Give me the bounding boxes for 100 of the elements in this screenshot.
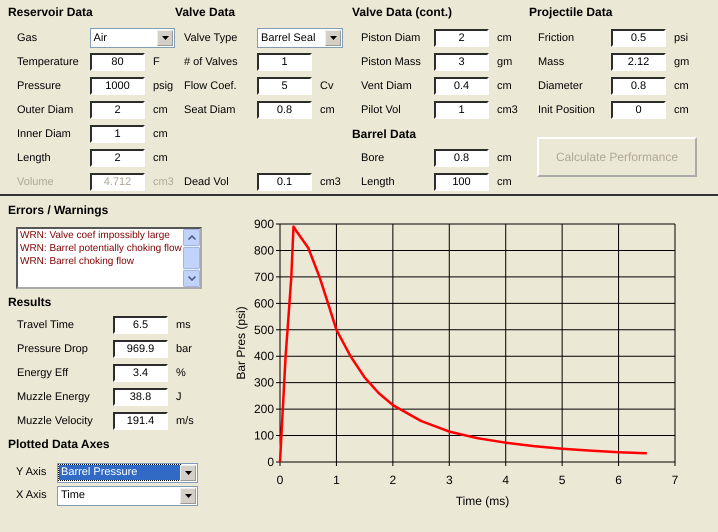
tick-label: 4 — [502, 473, 510, 487]
tick-label: 300 — [254, 376, 274, 390]
text-field[interactable]: 0.1 — [257, 173, 312, 191]
text-field[interactable]: 0.8 — [257, 101, 312, 119]
unit-label: cm — [153, 126, 168, 142]
chevron-down-icon — [188, 276, 196, 281]
text-field[interactable]: 1 — [434, 101, 489, 119]
field-label: Length — [17, 150, 52, 166]
text-field[interactable]: 191.4 — [113, 412, 168, 430]
field-label: Piston Mass — [361, 54, 422, 70]
text-field[interactable]: 2.12 — [611, 53, 666, 71]
text-field[interactable]: 0.4 — [434, 77, 489, 95]
dropdown-arrow-button[interactable] — [325, 30, 341, 46]
text-field[interactable]: 80 — [90, 53, 145, 71]
section-heading: Results — [8, 294, 52, 311]
field-label: Temperature — [17, 54, 80, 70]
text-field[interactable]: 2 — [90, 101, 145, 119]
text-field[interactable]: 6.5 — [113, 316, 168, 334]
warning-message: WRN: Barrel potentially choking flow — [20, 242, 183, 255]
unit-label: Cv — [320, 78, 334, 94]
tick-label: 900 — [254, 217, 274, 231]
text-field[interactable]: 1 — [257, 53, 312, 71]
field-label: # of Valves — [184, 54, 239, 70]
field-label: Energy Eff — [17, 366, 70, 381]
section-heading: Barrel Data — [352, 126, 418, 143]
unit-label: gm — [497, 54, 512, 70]
field-label: Valve Type — [184, 30, 238, 46]
text-field[interactable]: 0.8 — [434, 149, 489, 167]
axis-title: Time (ms) — [456, 494, 510, 508]
field-label: Init Position — [538, 102, 596, 118]
dropdown-arrow-button[interactable] — [180, 488, 196, 504]
tick-label: 200 — [254, 402, 274, 416]
unit-label: cm — [674, 102, 689, 118]
text-field[interactable]: 0.8 — [611, 77, 666, 95]
unit-label: cm — [497, 174, 512, 190]
dropdown[interactable]: Air — [90, 28, 175, 48]
warnings-listbox[interactable]: WRN: Valve coef impossibly large WRN: Barrel potentially choking flow WRN: Barrel choking flow — [16, 227, 202, 289]
scroll-up-button[interactable] — [183, 229, 200, 246]
text-field[interactable]: 3 — [434, 53, 489, 71]
unit-label: cm — [153, 102, 168, 118]
unit-label: cm — [497, 78, 512, 94]
text-field[interactable]: 969.9 — [113, 340, 168, 358]
field-label: Length — [361, 174, 396, 190]
unit-label: m/s — [176, 414, 194, 429]
field-label: Travel Time — [17, 318, 76, 333]
dropdown[interactable]: Barrel Seal — [257, 28, 343, 48]
unit-label: bar — [176, 342, 192, 357]
text-field[interactable]: 2 — [90, 149, 145, 167]
text-field[interactable]: 2 — [434, 29, 489, 47]
text-field[interactable]: 0 — [611, 101, 666, 119]
tick-label: 700 — [254, 270, 274, 284]
field-label: X Axis — [16, 488, 48, 504]
unit-label: cm — [153, 150, 168, 166]
caret-icon — [330, 36, 336, 40]
text-field[interactable]: 0.5 — [611, 29, 666, 47]
unit-label: gm — [674, 54, 690, 70]
tick-label: 0 — [267, 455, 274, 469]
field-label: Inner Diam — [17, 126, 72, 142]
text-field[interactable]: 5 — [257, 77, 312, 95]
field-label: Seat Diam — [184, 102, 236, 118]
field-label: Friction — [538, 30, 576, 46]
scroll-down-button[interactable] — [183, 270, 200, 287]
section-heading: Projectile Data — [529, 4, 614, 21]
field-label: Outer Diam — [17, 102, 74, 118]
field-label: Piston Diam — [361, 30, 422, 46]
section-heading: Plotted Data Axes — [8, 436, 111, 453]
text-field[interactable]: 1000 — [90, 77, 145, 95]
field-label: Dead Vol — [184, 174, 230, 190]
dropdown[interactable]: Time — [57, 486, 198, 506]
field-label: Pressure — [17, 78, 62, 94]
field-label: Diameter — [538, 78, 584, 94]
caret-icon — [184, 470, 192, 474]
dropdown-arrow-button[interactable] — [157, 30, 173, 46]
section-heading: Valve Data — [175, 4, 236, 21]
field-label: Gas — [17, 30, 38, 46]
text-field[interactable]: 1 — [90, 125, 145, 143]
warning-message: WRN: Barrel choking flow — [20, 255, 135, 268]
text-field[interactable]: 38.8 — [113, 388, 168, 406]
dropdown-arrow-button[interactable] — [180, 464, 196, 480]
unit-label: cm — [674, 78, 689, 94]
field-label: Pressure Drop — [17, 342, 89, 357]
field-label: Y Axis — [16, 465, 48, 480]
field-label: Muzzle Velocity — [17, 414, 94, 429]
axis-title: Bar Pres (psi) — [234, 306, 248, 380]
unit-label: cm — [497, 30, 512, 46]
field-label: Muzzle Energy — [17, 390, 91, 405]
section-heading: Errors / Warnings — [8, 202, 110, 219]
caret-icon — [184, 494, 192, 498]
text-field[interactable]: 100 — [434, 173, 489, 191]
unit-label: psi — [674, 30, 688, 46]
tick-label: 800 — [254, 243, 274, 258]
section-heading: Valve Data (cont.) — [352, 4, 454, 21]
dropdown[interactable]: Barrel Pressure — [57, 462, 198, 482]
tick-label: 400 — [254, 349, 274, 364]
tick-label: 600 — [254, 296, 274, 310]
text-field[interactable]: 3.4 — [113, 364, 168, 382]
tick-label: 7 — [672, 473, 678, 487]
field-label: Vent Diam — [361, 78, 413, 94]
field-label: Pilot Vol — [361, 102, 402, 118]
scrollbar-thumb[interactable] — [183, 247, 200, 269]
